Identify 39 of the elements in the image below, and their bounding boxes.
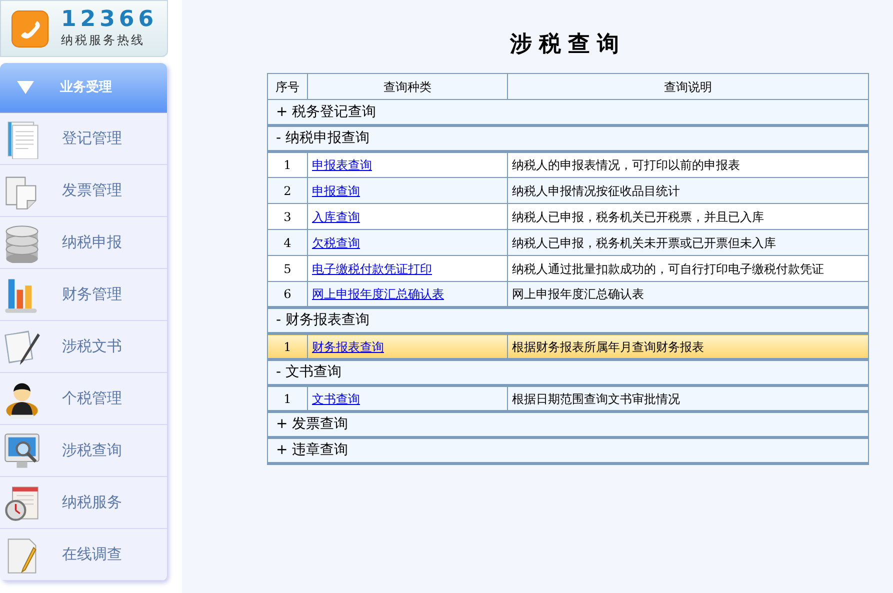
- query-link[interactable]: 申报查询: [312, 184, 360, 198]
- table-cell: 3: [268, 204, 308, 230]
- hotline-number: 12366: [61, 8, 158, 30]
- table-cell: 1: [268, 386, 308, 412]
- query-link[interactable]: 欠税查询: [312, 236, 360, 250]
- group-header[interactable]: + 税务登记查询: [268, 100, 868, 126]
- sidebar-item[interactable]: 登记管理: [0, 113, 167, 165]
- query-link[interactable]: 入库查询: [312, 210, 360, 224]
- sidebar-item[interactable]: 财务管理: [0, 269, 167, 321]
- sidebar-item[interactable]: 纳税申报: [0, 217, 167, 269]
- table-cell: 1: [268, 334, 308, 360]
- column-header: 序号: [268, 74, 308, 100]
- table-cell: 网上申报年度汇总确认表: [508, 282, 868, 308]
- table-cell: 纳税人已申报，税务机关已开税票，并且已入库: [508, 204, 868, 230]
- group-header[interactable]: + 违章查询: [268, 438, 868, 464]
- column-header: 查询种类: [308, 74, 508, 100]
- table-cell: 1: [268, 152, 308, 178]
- table-cell: 纳税人的申报表情况，可打印以前的申报表: [508, 152, 868, 178]
- group-header[interactable]: - 文书查询: [268, 360, 868, 386]
- table-cell: 根据日期范围查询文书审批情况: [508, 386, 868, 412]
- sidebar-item[interactable]: 涉税文书: [0, 321, 167, 373]
- phone-icon: [11, 10, 49, 48]
- sidebar-item[interactable]: 涉税查询: [0, 425, 167, 477]
- monitor-search-icon: [2, 430, 42, 470]
- query-link[interactable]: 财务报表查询: [312, 340, 384, 354]
- sidebar-item[interactable]: 个税管理: [0, 373, 167, 425]
- sidebar-item[interactable]: 在线调查: [0, 529, 167, 581]
- table-cell: 6: [268, 282, 308, 308]
- column-header: 查询说明: [508, 74, 868, 100]
- query-link[interactable]: 文书查询: [312, 392, 360, 406]
- table-cell: 根据财务报表所属年月查询财务报表: [508, 334, 868, 360]
- table-cell: 纳税人通过批量扣款成功的，可自行打印电子缴税付款凭证: [508, 256, 868, 282]
- table-cell: 5: [268, 256, 308, 282]
- group-header[interactable]: + 发票查询: [268, 412, 868, 438]
- sidebar-item[interactable]: 纳税服务: [0, 477, 167, 529]
- page-title: 涉税查询: [510, 31, 626, 59]
- hotline-caption: 纳税服务热线: [61, 32, 146, 48]
- query-link[interactable]: 申报表查询: [312, 158, 372, 172]
- sidebar-item[interactable]: 发票管理: [0, 165, 167, 217]
